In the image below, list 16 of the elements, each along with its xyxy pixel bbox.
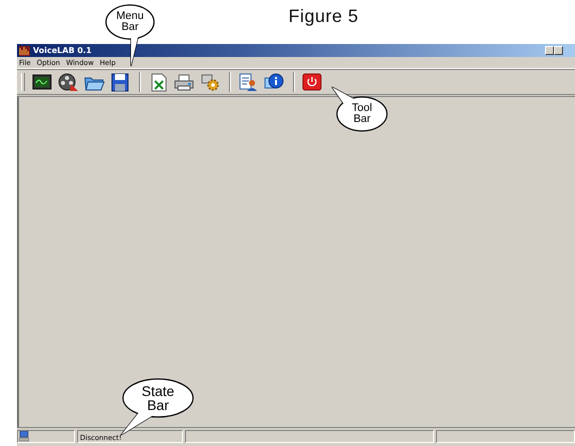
power-icon[interactable] bbox=[301, 72, 323, 92]
document-user-icon[interactable] bbox=[237, 72, 259, 92]
callout-label: State Bar bbox=[140, 384, 176, 412]
callout-label: Menu Bar bbox=[115, 11, 145, 33]
app-icon bbox=[19, 46, 30, 56]
speech-bubble bbox=[331, 86, 388, 132]
window-title: VoiceLAB 0.1 bbox=[33, 46, 93, 55]
callout-label: Tool Bar bbox=[350, 103, 374, 125]
figure-title: Figure 5 bbox=[288, 6, 359, 27]
gear-icon[interactable] bbox=[199, 72, 221, 92]
computer-icon bbox=[19, 431, 29, 442]
maximize-button[interactable] bbox=[554, 46, 563, 55]
film-reel-icon[interactable] bbox=[57, 72, 79, 92]
monitor-icon[interactable] bbox=[31, 72, 53, 92]
minimize-button[interactable] bbox=[545, 46, 554, 55]
printer-icon[interactable] bbox=[173, 72, 195, 92]
